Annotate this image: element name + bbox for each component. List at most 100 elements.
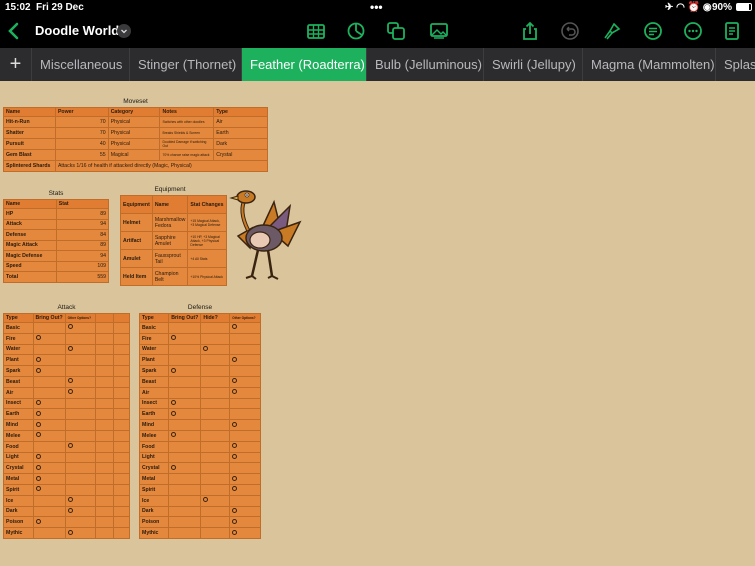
table-cell[interactable] xyxy=(64,386,97,399)
chevron-down-icon[interactable] xyxy=(117,24,131,38)
table-cell[interactable] xyxy=(229,494,261,507)
table-cell[interactable] xyxy=(112,408,131,421)
table-cell[interactable] xyxy=(95,527,114,539)
table-cell[interactable]: Marshmallow Fedora xyxy=(151,213,189,232)
table-cell[interactable]: HP xyxy=(3,208,57,220)
table-cell[interactable] xyxy=(112,505,131,518)
table-cell[interactable] xyxy=(229,483,261,496)
table-cell[interactable] xyxy=(200,386,231,399)
table-cell[interactable] xyxy=(168,462,202,475)
table-cell[interactable]: 70% chance raise magic attack xyxy=(159,149,215,161)
table-cell[interactable] xyxy=(64,354,97,367)
table-cell[interactable]: Crystal xyxy=(138,462,170,475)
table-cell[interactable] xyxy=(32,473,66,485)
column-header[interactable]: Equipment xyxy=(120,195,153,214)
tab-stinger[interactable]: Stinger (Thornet) xyxy=(130,48,242,81)
table-cell[interactable]: Ice xyxy=(3,494,34,507)
table-cell[interactable]: Artifact xyxy=(120,231,153,250)
table-cell[interactable]: Splintered Shards xyxy=(3,160,56,172)
table-cell[interactable] xyxy=(168,397,202,410)
table-cell[interactable] xyxy=(95,451,114,464)
table-cell[interactable] xyxy=(112,516,131,529)
table-cell[interactable]: 94 xyxy=(55,250,110,262)
table-icon[interactable] xyxy=(305,21,327,41)
table-cell[interactable]: Spirit xyxy=(3,483,34,496)
table-cell[interactable]: Gem Blast xyxy=(3,149,56,161)
column-header[interactable]: Type xyxy=(213,107,268,117)
table-cell[interactable] xyxy=(64,473,97,485)
column-header[interactable] xyxy=(95,313,114,323)
table-cell[interactable] xyxy=(95,365,114,377)
table-cell[interactable] xyxy=(64,397,97,410)
table-cell[interactable]: Insect xyxy=(138,397,170,410)
table-cell[interactable] xyxy=(95,429,114,442)
table-cell[interactable] xyxy=(32,451,66,464)
table-cell[interactable] xyxy=(168,429,202,442)
table-cell[interactable]: +10 HP, +3 Magical Attack, +3 Physical D… xyxy=(187,231,227,250)
table-cell[interactable] xyxy=(229,386,261,399)
table-cell[interactable] xyxy=(112,419,131,431)
table-cell[interactable]: 84 xyxy=(55,229,110,241)
table-cell[interactable] xyxy=(95,483,114,496)
table-cell[interactable]: 40 xyxy=(54,138,109,150)
table-cell[interactable] xyxy=(168,354,202,367)
table-cell[interactable] xyxy=(32,505,66,518)
table-cell[interactable]: Light xyxy=(138,451,170,464)
table-cell[interactable]: Attacks 1/16 of health if attacked direc… xyxy=(54,160,269,172)
table-cell[interactable] xyxy=(229,462,261,475)
table-cell[interactable] xyxy=(64,343,97,356)
table-cell[interactable] xyxy=(168,494,202,507)
table-cell[interactable] xyxy=(32,332,66,345)
table-cell[interactable] xyxy=(168,516,202,529)
table-cell[interactable] xyxy=(200,494,231,507)
table-cell[interactable] xyxy=(112,473,131,485)
table-cell[interactable] xyxy=(229,332,261,345)
table-cell[interactable] xyxy=(95,440,114,453)
table-cell[interactable] xyxy=(95,397,114,410)
table-cell[interactable]: 94 xyxy=(55,218,110,230)
table-cell[interactable]: Mind xyxy=(138,419,170,431)
table-cell[interactable] xyxy=(112,365,131,377)
table-cell[interactable] xyxy=(200,429,231,442)
table-cell[interactable] xyxy=(95,322,114,334)
table-cell[interactable]: Earth xyxy=(3,408,34,421)
table-cell[interactable]: Air xyxy=(213,116,268,128)
column-header[interactable]: Notes xyxy=(159,107,215,117)
table-cell[interactable]: Magic Attack xyxy=(3,239,57,251)
format-brush-icon[interactable] xyxy=(601,21,623,41)
table-cell[interactable] xyxy=(168,527,202,539)
table-cell[interactable] xyxy=(95,386,114,399)
table-cell[interactable]: Mythic xyxy=(138,527,170,539)
tab-miscellaneous[interactable]: Miscellaneous xyxy=(32,48,130,81)
table-cell[interactable] xyxy=(95,505,114,518)
table-cell[interactable]: Crystal xyxy=(213,149,268,161)
table-cell[interactable]: Plant xyxy=(138,354,170,367)
table-cell[interactable]: Sapphire Amulet xyxy=(151,231,189,250)
tab-feather[interactable]: Feather (Roadterra) xyxy=(242,48,367,81)
table-cell[interactable] xyxy=(64,440,97,453)
shapes-icon[interactable] xyxy=(385,21,407,41)
table-cell[interactable] xyxy=(229,527,261,539)
table-cell[interactable]: Speed xyxy=(3,260,57,272)
table-cell[interactable] xyxy=(112,483,131,496)
table-cell[interactable] xyxy=(229,516,261,529)
table-cell[interactable]: Food xyxy=(138,440,170,453)
table-cell[interactable] xyxy=(229,408,261,421)
table-cell[interactable] xyxy=(168,375,202,388)
table-cell[interactable] xyxy=(112,440,131,453)
table-cell[interactable] xyxy=(229,429,261,442)
table-cell[interactable] xyxy=(168,440,202,453)
table-cell[interactable] xyxy=(64,462,97,475)
table-cell[interactable]: Poison xyxy=(3,516,34,529)
table-cell[interactable]: Water xyxy=(138,343,170,356)
table-cell[interactable]: Spark xyxy=(138,365,170,377)
table-cell[interactable] xyxy=(32,527,66,539)
table-cell[interactable] xyxy=(200,440,231,453)
table-cell[interactable]: Spark xyxy=(3,365,34,377)
table-cell[interactable] xyxy=(168,365,202,377)
table-cell[interactable] xyxy=(95,332,114,345)
table-cell[interactable]: Doubled Damage if switching Out xyxy=(159,138,215,150)
multitask-dots-icon[interactable]: ••• xyxy=(370,0,383,14)
table-cell[interactable]: +4 All Stats xyxy=(187,249,227,268)
table-cell[interactable] xyxy=(64,483,97,496)
